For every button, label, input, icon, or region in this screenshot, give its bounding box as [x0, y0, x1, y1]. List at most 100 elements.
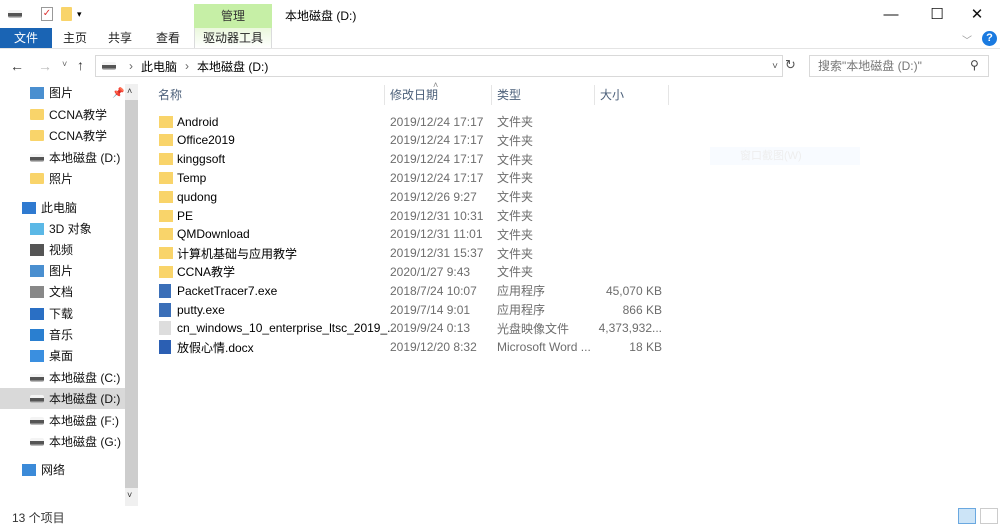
nav-item-label: 桌面 — [49, 349, 74, 363]
nav-item-label: 视频 — [49, 243, 74, 257]
file-name: Temp — [177, 170, 207, 185]
breadcrumb-drive-d[interactable]: 本地磁盘 (D:) — [197, 58, 268, 75]
nav-item-label: 图片 — [49, 264, 74, 278]
close-button[interactable]: ✕ — [954, 0, 1000, 28]
nav-item[interactable]: 3D 对象 — [0, 218, 125, 239]
forward-icon[interactable]: → — [38, 58, 52, 74]
nav-item[interactable]: 网络 — [0, 459, 125, 480]
nav-item-label: 本地磁盘 (F:) — [49, 414, 119, 428]
folder-icon — [159, 171, 173, 184]
breadcrumb-separator[interactable]: › — [185, 59, 189, 73]
file-row[interactable]: 放假心情.docx 2019/12/20 8:32 Microsoft Word .… — [150, 338, 670, 357]
file-row[interactable]: PE 2019/12/31 10:31 文件夹 — [150, 206, 670, 225]
folder-icon — [30, 173, 44, 184]
breadcrumb-this-pc[interactable]: 此电脑 — [141, 58, 177, 75]
refresh-icon[interactable]: ↻ — [785, 57, 796, 73]
nav-item[interactable]: 图片 — [0, 82, 125, 103]
tab-file[interactable]: 文件 — [0, 28, 52, 48]
video-icon — [30, 243, 44, 256]
nav-scrollbar-thumb[interactable] — [125, 100, 138, 488]
recent-dropdown-icon[interactable]: ˅ — [62, 59, 67, 69]
nav-item[interactable]: 桌面 — [0, 345, 125, 366]
computer-icon — [22, 201, 36, 214]
file-size: 866 KB — [622, 302, 662, 317]
file-row[interactable]: qudong 2019/12/26 9:27 文件夹 — [150, 187, 670, 206]
nav-item[interactable]: 本地磁盘 (C:) — [0, 367, 125, 388]
word-icon — [159, 340, 171, 355]
pictures-icon — [30, 264, 44, 277]
file-type: 文件夹 — [497, 152, 534, 167]
address-dropdown-icon[interactable]: ˅ — [772, 61, 778, 72]
nav-item[interactable]: 文档 — [0, 281, 125, 302]
large-icons-view-button[interactable] — [980, 508, 998, 524]
file-row[interactable]: Android 2019/12/24 17:17 文件夹 — [150, 112, 670, 131]
column-header-size[interactable]: 大小 — [595, 85, 669, 105]
file-date: 2019/12/24 17:17 — [390, 114, 484, 129]
nav-item[interactable]: 照片 — [0, 168, 125, 189]
folder-icon — [159, 209, 173, 222]
nav-item-label: CCNA教学 — [49, 129, 108, 143]
nav-item[interactable]: 视频 — [0, 239, 125, 260]
minimize-button[interactable]: — — [868, 0, 914, 28]
file-row[interactable]: kinggsoft 2019/12/24 17:17 文件夹 — [150, 150, 670, 169]
tab-view[interactable]: 查看 — [148, 28, 188, 48]
file-row[interactable]: Temp 2019/12/24 17:17 文件夹 — [150, 168, 670, 187]
drive-icon — [30, 153, 44, 162]
file-row[interactable]: cn_windows_10_enterprise_ltsc_2019_... 20… — [150, 319, 670, 338]
tab-home[interactable]: 主页 — [55, 28, 95, 48]
file-row[interactable]: 计算机基础与应用教学 2019/12/31 15:37 文件夹 — [150, 244, 670, 263]
folder-icon — [159, 115, 173, 128]
tab-drive-tools[interactable]: 驱动器工具 — [194, 28, 272, 48]
file-row[interactable]: QMDownload 2019/12/31 11:01 文件夹 — [150, 225, 670, 244]
expand-ribbon-icon[interactable]: ﹀ — [962, 32, 972, 47]
column-header-type[interactable]: 类型 — [492, 85, 595, 105]
file-row[interactable]: putty.exe 2019/7/14 9:01 应用程序 866 KB — [150, 300, 670, 319]
breadcrumb-separator[interactable]: › — [129, 59, 133, 73]
search-icon[interactable]: ⚲ — [970, 58, 979, 72]
file-name: cn_windows_10_enterprise_ltsc_2019_... — [177, 321, 398, 336]
folder-icon — [159, 153, 173, 166]
file-date: 2019/12/31 15:37 — [390, 246, 484, 261]
file-row[interactable]: CCNA教学 2020/1/27 9:43 文件夹 — [150, 262, 670, 281]
help-icon[interactable]: ? — [982, 31, 997, 46]
nav-item[interactable]: 音乐 — [0, 324, 125, 345]
nav-item-label: 3D 对象 — [49, 222, 92, 236]
file-date: 2019/12/31 11:01 — [390, 227, 483, 242]
tab-share[interactable]: 共享 — [100, 28, 140, 48]
nav-item-label: CCNA教学 — [49, 108, 108, 122]
nav-item[interactable]: 图片 — [0, 260, 125, 281]
file-type: 文件夹 — [497, 227, 534, 242]
navigation-pane: 图片 CCNA教学 CCNA教学 本地磁盘 (D:) 照片 此电脑 3D 对象 视频 图片 文档下… — [0, 84, 125, 506]
customize-dropdown-icon[interactable]: ▾ — [77, 9, 82, 20]
new-folder-icon[interactable] — [61, 7, 72, 21]
nav-item[interactable]: 此电脑 — [0, 197, 125, 218]
nav-item[interactable]: 本地磁盘 (G:) — [0, 431, 125, 452]
back-icon[interactable]: ← — [10, 58, 24, 74]
nav-item[interactable]: 本地磁盘 (D:) — [0, 388, 125, 409]
properties-icon[interactable]: ✓ — [41, 7, 53, 21]
file-row[interactable]: PacketTracer7.exe 2018/7/24 10:07 应用程序 45,0… — [150, 281, 670, 300]
search-input[interactable]: 搜索"本地磁盘 (D:)" — [809, 55, 989, 77]
nav-item[interactable]: 本地磁盘 (D:) — [0, 147, 125, 168]
file-name: Android — [177, 114, 219, 129]
exe-icon — [159, 283, 171, 298]
address-bar[interactable]: › 此电脑 › 本地磁盘 (D:) ˅ — [95, 55, 783, 77]
status-item-count: 13 个项目 — [12, 511, 65, 525]
file-date: 2019/12/24 17:17 — [390, 133, 484, 148]
folder-icon — [159, 247, 173, 260]
nav-item[interactable]: 下载 — [0, 303, 125, 324]
column-header-name[interactable]: 名称 — [153, 85, 385, 105]
nav-item[interactable]: 本地磁盘 (F:) — [0, 410, 125, 431]
file-type: 应用程序 — [497, 284, 546, 299]
scroll-down-icon[interactable]: ˅ — [127, 490, 132, 500]
ribbon-divider — [0, 48, 1000, 49]
nav-item[interactable]: CCNA教学 — [0, 104, 125, 125]
scroll-up-icon[interactable]: ˄ — [127, 86, 132, 96]
nav-item[interactable]: CCNA教学 — [0, 125, 125, 146]
network-icon — [22, 463, 36, 476]
column-header-date[interactable]: 修改日期 — [385, 85, 492, 105]
nav-item-label: 本地磁盘 (D:) — [49, 151, 121, 165]
file-row[interactable]: Office2019 2019/12/24 17:17 文件夹 — [150, 131, 670, 150]
up-icon[interactable]: ↑ — [77, 57, 84, 73]
details-view-button[interactable] — [958, 508, 976, 524]
